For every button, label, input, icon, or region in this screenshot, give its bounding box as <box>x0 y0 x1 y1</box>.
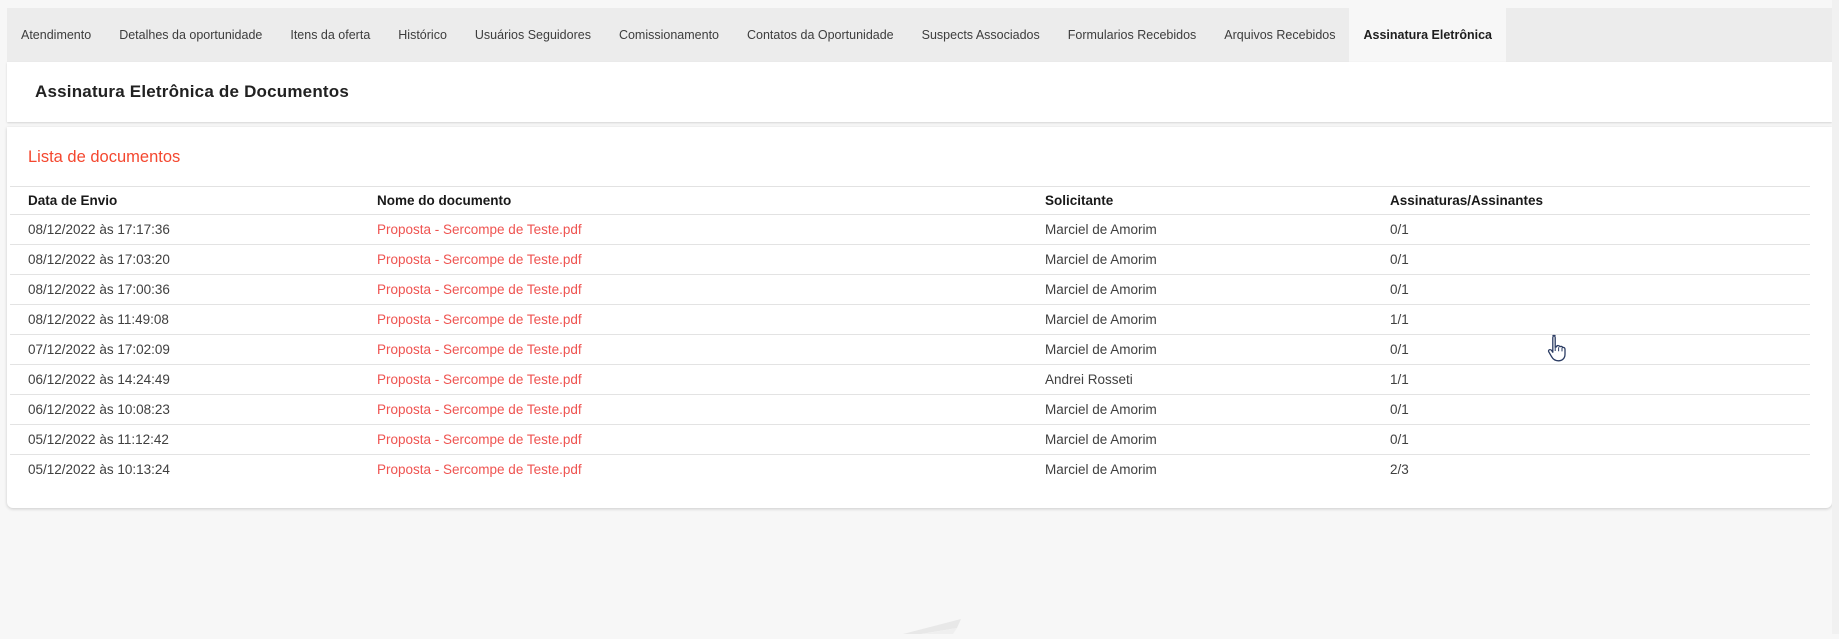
table-row: 05/12/2022 às 10:13:24 Proposta - Sercom… <box>10 455 1810 485</box>
cell-signatures: 0/1 <box>1390 244 1810 275</box>
tab-detalhes-da-oportunidade[interactable]: Detalhes da oportunidade <box>105 8 276 62</box>
tab-arquivos-recebidos[interactable]: Arquivos Recebidos <box>1210 8 1349 62</box>
table-row: 06/12/2022 às 14:24:49 Proposta - Sercom… <box>10 364 1810 395</box>
cell-requester: Marciel de Amorim <box>1045 334 1390 365</box>
tab-assinatura-eletronica[interactable]: Assinatura Eletrônica <box>1349 8 1506 62</box>
cell-signatures: 0/1 <box>1390 394 1810 425</box>
cell-requester: Marciel de Amorim <box>1045 424 1390 455</box>
cell-date: 08/12/2022 às 17:00:36 <box>10 274 377 305</box>
cell-date: 07/12/2022 às 17:02:09 <box>10 334 377 365</box>
document-link[interactable]: Proposta - Sercompe de Teste.pdf <box>377 222 582 237</box>
column-header-solicitante: Solicitante <box>1045 186 1390 215</box>
vertical-scrollbar[interactable] <box>1832 0 1839 634</box>
tab-atendimento[interactable]: Atendimento <box>7 8 105 62</box>
table-row: 07/12/2022 às 17:02:09 Proposta - Sercom… <box>10 334 1810 365</box>
cell-signatures: 0/1 <box>1390 214 1810 245</box>
cell-date: 08/12/2022 às 17:17:36 <box>10 214 377 245</box>
cell-signatures: 0/1 <box>1390 334 1810 365</box>
cell-date: 06/12/2022 às 14:24:49 <box>10 364 377 395</box>
paper-plane-watermark-icon <box>903 619 973 639</box>
cell-date: 08/12/2022 às 11:49:08 <box>10 304 377 335</box>
cell-signatures: 1/1 <box>1390 304 1810 335</box>
column-header-data-de-envio: Data de Envio <box>10 186 377 215</box>
tab-contatos-da-oportunidade[interactable]: Contatos da Oportunidade <box>733 8 908 62</box>
cell-signatures: 1/1 <box>1390 364 1810 395</box>
cell-date: 06/12/2022 às 10:08:23 <box>10 394 377 425</box>
tab-bar: Atendimento Detalhes da oportunidade Ite… <box>7 8 1832 62</box>
cell-requester: Andrei Rosseti <box>1045 364 1390 395</box>
cell-signatures: 0/1 <box>1390 424 1810 455</box>
section-title: Lista de documentos <box>28 148 181 166</box>
cell-requester: Marciel de Amorim <box>1045 394 1390 425</box>
cell-requester: Marciel de Amorim <box>1045 304 1390 335</box>
document-link[interactable]: Proposta - Sercompe de Teste.pdf <box>377 312 582 327</box>
tab-itens-da-oferta[interactable]: Itens da oferta <box>276 8 384 62</box>
document-link[interactable]: Proposta - Sercompe de Teste.pdf <box>377 462 582 477</box>
documents-card: Lista de documentos Data de Envio Nome d… <box>7 127 1832 508</box>
cell-requester: Marciel de Amorim <box>1045 462 1157 478</box>
tab-suspects-associados[interactable]: Suspects Associados <box>908 8 1054 62</box>
cell-signatures: 2/3 <box>1390 462 1409 478</box>
table-row: 06/12/2022 às 10:08:23 Proposta - Sercom… <box>10 394 1810 425</box>
document-link[interactable]: Proposta - Sercompe de Teste.pdf <box>377 252 582 267</box>
document-link[interactable]: Proposta - Sercompe de Teste.pdf <box>377 402 582 417</box>
column-header-assinaturas-assinantes: Assinaturas/Assinantes <box>1390 186 1810 215</box>
document-link[interactable]: Proposta - Sercompe de Teste.pdf <box>377 282 582 297</box>
table-row: 08/12/2022 às 17:00:36 Proposta - Sercom… <box>10 274 1810 305</box>
column-header-nome-do-documento: Nome do documento <box>377 186 1045 215</box>
cell-requester: Marciel de Amorim <box>1045 244 1390 275</box>
table-row: 05/12/2022 às 11:12:42 Proposta - Sercom… <box>10 424 1810 455</box>
table-row: 08/12/2022 às 11:49:08 Proposta - Sercom… <box>10 304 1810 335</box>
cell-requester: Marciel de Amorim <box>1045 274 1390 305</box>
documents-table: Data de Envio Nome do documento Solicita… <box>10 186 1810 485</box>
table-header-row: Data de Envio Nome do documento Solicita… <box>10 186 1810 215</box>
cell-signatures: 0/1 <box>1390 274 1810 305</box>
cell-requester: Marciel de Amorim <box>1045 214 1390 245</box>
tab-comissionamento[interactable]: Comissionamento <box>605 8 733 62</box>
tab-usuarios-seguidores[interactable]: Usuários Seguidores <box>461 8 605 62</box>
page-title: Assinatura Eletrônica de Documentos <box>35 82 350 101</box>
document-link[interactable]: Proposta - Sercompe de Teste.pdf <box>377 372 582 387</box>
table-row: 08/12/2022 às 17:03:20 Proposta - Sercom… <box>10 244 1810 275</box>
cell-date: 08/12/2022 às 17:03:20 <box>10 244 377 275</box>
tab-historico[interactable]: Histórico <box>384 8 461 62</box>
tab-formularios-recebidos[interactable]: Formularios Recebidos <box>1054 8 1211 62</box>
cell-date: 05/12/2022 às 10:13:24 <box>28 462 170 478</box>
document-link[interactable]: Proposta - Sercompe de Teste.pdf <box>377 342 582 357</box>
table-row: 08/12/2022 às 17:17:36 Proposta - Sercom… <box>10 214 1810 245</box>
cell-date: 05/12/2022 às 11:12:42 <box>10 424 377 455</box>
document-link[interactable]: Proposta - Sercompe de Teste.pdf <box>377 432 582 447</box>
title-bar: Assinatura Eletrônica de Documentos <box>7 62 1832 122</box>
